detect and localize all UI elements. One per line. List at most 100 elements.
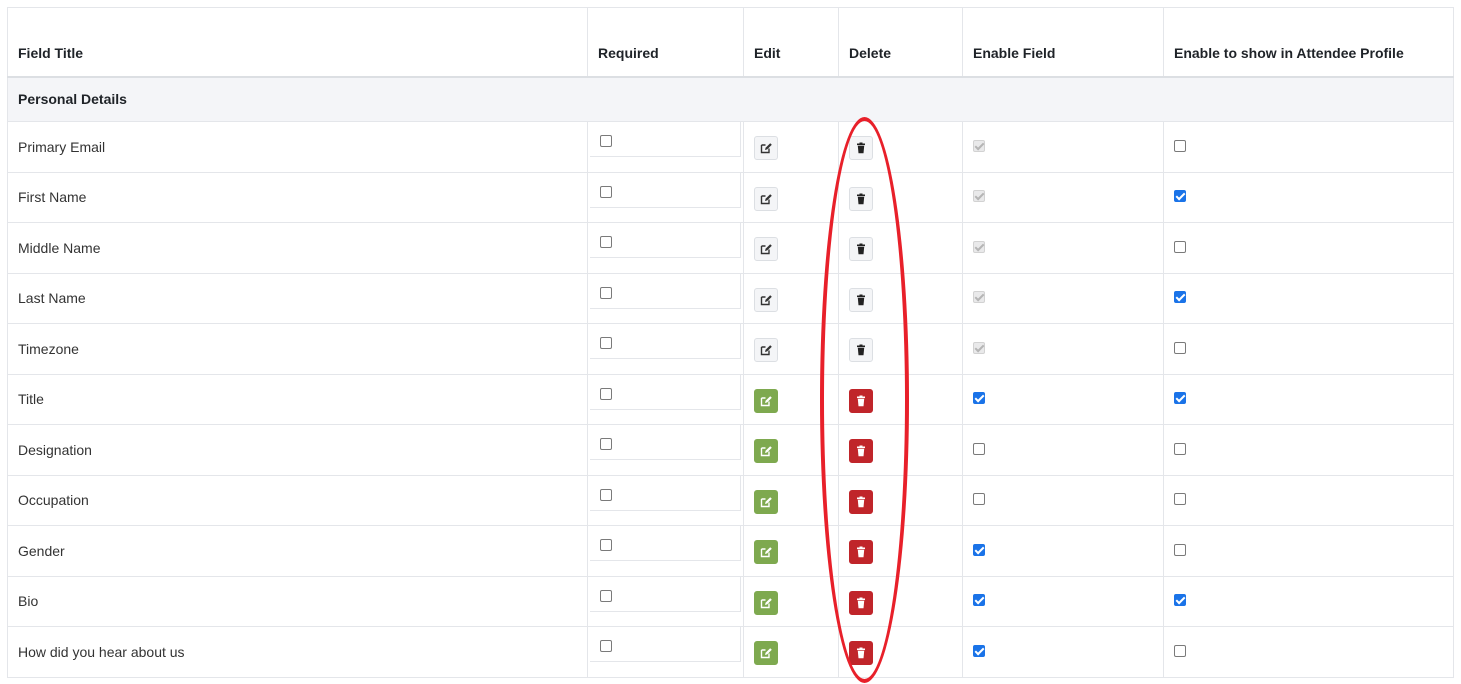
header-show-in-profile: Enable to show in Attendee Profile bbox=[1163, 7, 1454, 78]
show-in-profile-cell bbox=[1163, 424, 1454, 476]
enable-field-cell bbox=[962, 323, 1164, 375]
edit-button[interactable] bbox=[754, 136, 778, 161]
required-checkbox[interactable] bbox=[600, 236, 612, 248]
enable-field-cell bbox=[962, 474, 1164, 526]
edit-button[interactable] bbox=[754, 338, 778, 363]
field-title: Gender bbox=[7, 525, 588, 577]
enable-field-cell bbox=[962, 222, 1164, 274]
header-required: Required bbox=[587, 7, 744, 78]
edit-button[interactable] bbox=[754, 287, 778, 312]
required-checkbox[interactable] bbox=[600, 387, 612, 400]
enable-field-cell bbox=[962, 373, 1164, 425]
field-title: Timezone bbox=[7, 323, 588, 375]
show-in-profile-checkbox[interactable] bbox=[1174, 442, 1186, 455]
edit-cell bbox=[743, 424, 839, 476]
enable-field-cell bbox=[962, 525, 1164, 577]
show-in-profile-checkbox[interactable] bbox=[1174, 291, 1186, 304]
required-cell bbox=[587, 474, 744, 526]
delete-button[interactable] bbox=[849, 237, 873, 262]
required-checkbox[interactable] bbox=[600, 589, 612, 602]
required-checkbox[interactable] bbox=[600, 185, 612, 198]
edit-button[interactable] bbox=[754, 590, 778, 615]
delete-cell bbox=[838, 575, 963, 627]
field-title: First Name bbox=[7, 171, 588, 223]
enable-field-checkbox[interactable] bbox=[973, 543, 985, 556]
required-box bbox=[590, 273, 741, 309]
required-box bbox=[590, 475, 741, 511]
show-in-profile-cell bbox=[1163, 525, 1454, 577]
required-box bbox=[590, 576, 741, 612]
delete-button[interactable] bbox=[849, 489, 873, 514]
table-row: Occupation bbox=[7, 474, 1454, 526]
required-box bbox=[590, 172, 741, 208]
enable-field-cell bbox=[962, 272, 1164, 324]
required-checkbox[interactable] bbox=[600, 539, 612, 551]
required-box bbox=[590, 374, 741, 410]
show-in-profile-checkbox[interactable] bbox=[1174, 392, 1186, 405]
edit-button[interactable] bbox=[754, 540, 778, 565]
required-checkbox[interactable] bbox=[600, 438, 612, 450]
required-cell bbox=[587, 323, 744, 375]
show-in-profile-checkbox[interactable] bbox=[1174, 190, 1186, 203]
edit-button[interactable] bbox=[754, 439, 778, 464]
delete-cell bbox=[838, 272, 963, 324]
delete-cell bbox=[838, 626, 963, 678]
required-box bbox=[590, 324, 741, 359]
show-in-profile-cell bbox=[1163, 222, 1454, 274]
field-title: Bio bbox=[7, 575, 588, 627]
show-in-profile-checkbox[interactable] bbox=[1174, 341, 1186, 354]
table-row: Primary Email bbox=[7, 121, 1454, 173]
required-checkbox[interactable] bbox=[600, 488, 612, 501]
required-box bbox=[590, 223, 741, 258]
show-in-profile-checkbox[interactable] bbox=[1174, 644, 1186, 657]
delete-button[interactable] bbox=[849, 590, 873, 615]
edit-button[interactable] bbox=[754, 237, 778, 262]
required-checkbox[interactable] bbox=[600, 286, 612, 299]
enable-field-checkbox[interactable] bbox=[973, 644, 985, 657]
required-checkbox[interactable] bbox=[600, 135, 612, 147]
edit-button[interactable] bbox=[754, 388, 778, 413]
section-title: Personal Details bbox=[7, 76, 1454, 122]
delete-button[interactable] bbox=[849, 186, 873, 211]
field-title: How did you hear about us bbox=[7, 626, 588, 678]
enable-field-checkbox[interactable] bbox=[973, 594, 985, 607]
enable-field-checkbox[interactable] bbox=[973, 392, 985, 405]
show-in-profile-cell bbox=[1163, 575, 1454, 627]
required-checkbox[interactable] bbox=[600, 640, 612, 652]
required-box bbox=[590, 627, 741, 662]
delete-button[interactable] bbox=[849, 641, 873, 666]
delete-button[interactable] bbox=[849, 136, 873, 161]
show-in-profile-checkbox[interactable] bbox=[1174, 493, 1186, 506]
enable-field-checkbox[interactable] bbox=[973, 493, 985, 506]
section-row: Personal Details bbox=[7, 76, 1454, 122]
show-in-profile-cell bbox=[1163, 626, 1454, 678]
edit-button[interactable] bbox=[754, 489, 778, 514]
custom-fields-table: Field Title Required Edit Delete Enable … bbox=[7, 7, 1454, 678]
edit-button[interactable] bbox=[754, 641, 778, 666]
delete-button[interactable] bbox=[849, 540, 873, 565]
required-cell bbox=[587, 121, 744, 173]
enable-field-checkbox[interactable] bbox=[973, 442, 985, 455]
delete-button[interactable] bbox=[849, 287, 873, 312]
show-in-profile-checkbox[interactable] bbox=[1174, 240, 1186, 253]
required-cell bbox=[587, 222, 744, 274]
show-in-profile-checkbox[interactable] bbox=[1174, 139, 1186, 152]
enable-field-cell bbox=[962, 171, 1164, 223]
page: Field Title Required Edit Delete Enable … bbox=[0, 0, 1461, 684]
required-box bbox=[590, 122, 741, 157]
enable-field-checkbox bbox=[973, 240, 985, 253]
delete-button[interactable] bbox=[849, 439, 873, 464]
required-checkbox[interactable] bbox=[600, 337, 612, 349]
table-row: Last Name bbox=[7, 272, 1454, 324]
required-cell bbox=[587, 373, 744, 425]
header-delete: Delete bbox=[838, 7, 963, 78]
show-in-profile-checkbox[interactable] bbox=[1174, 594, 1186, 607]
enable-field-cell bbox=[962, 626, 1164, 678]
edit-button[interactable] bbox=[754, 186, 778, 211]
table-row: Designation bbox=[7, 424, 1454, 476]
delete-button[interactable] bbox=[849, 338, 873, 363]
field-title: Last Name bbox=[7, 272, 588, 324]
delete-button[interactable] bbox=[849, 388, 873, 413]
show-in-profile-checkbox[interactable] bbox=[1174, 543, 1186, 556]
edit-cell bbox=[743, 373, 839, 425]
